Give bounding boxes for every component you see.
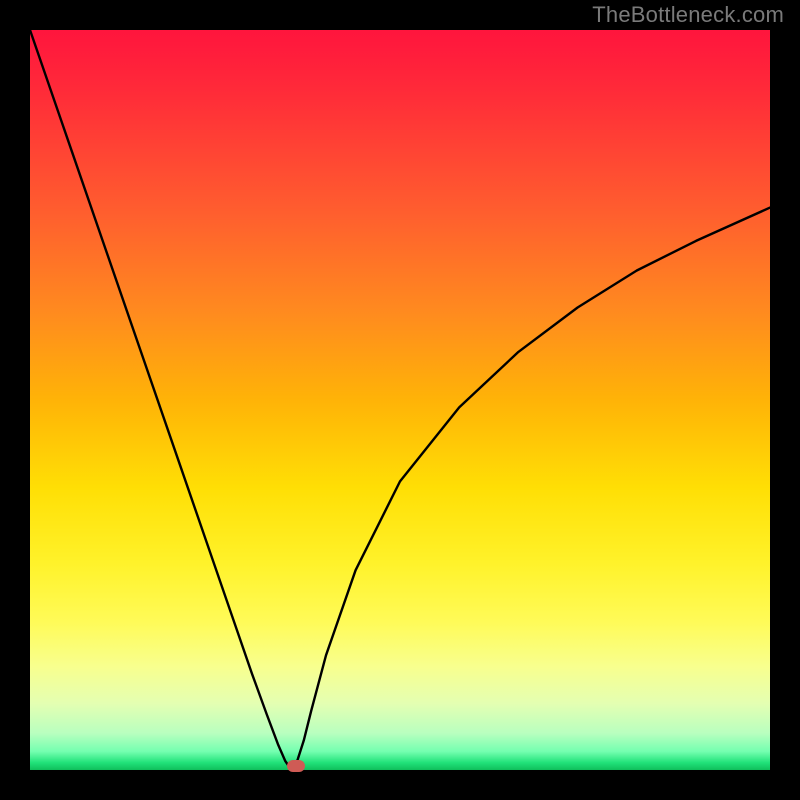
optimum-marker [287, 760, 305, 772]
watermark-text: TheBottleneck.com [592, 2, 784, 28]
curve-svg [30, 30, 770, 770]
plot-area [30, 30, 770, 770]
chart-frame: TheBottleneck.com [0, 0, 800, 800]
bottleneck-curve [30, 30, 770, 769]
